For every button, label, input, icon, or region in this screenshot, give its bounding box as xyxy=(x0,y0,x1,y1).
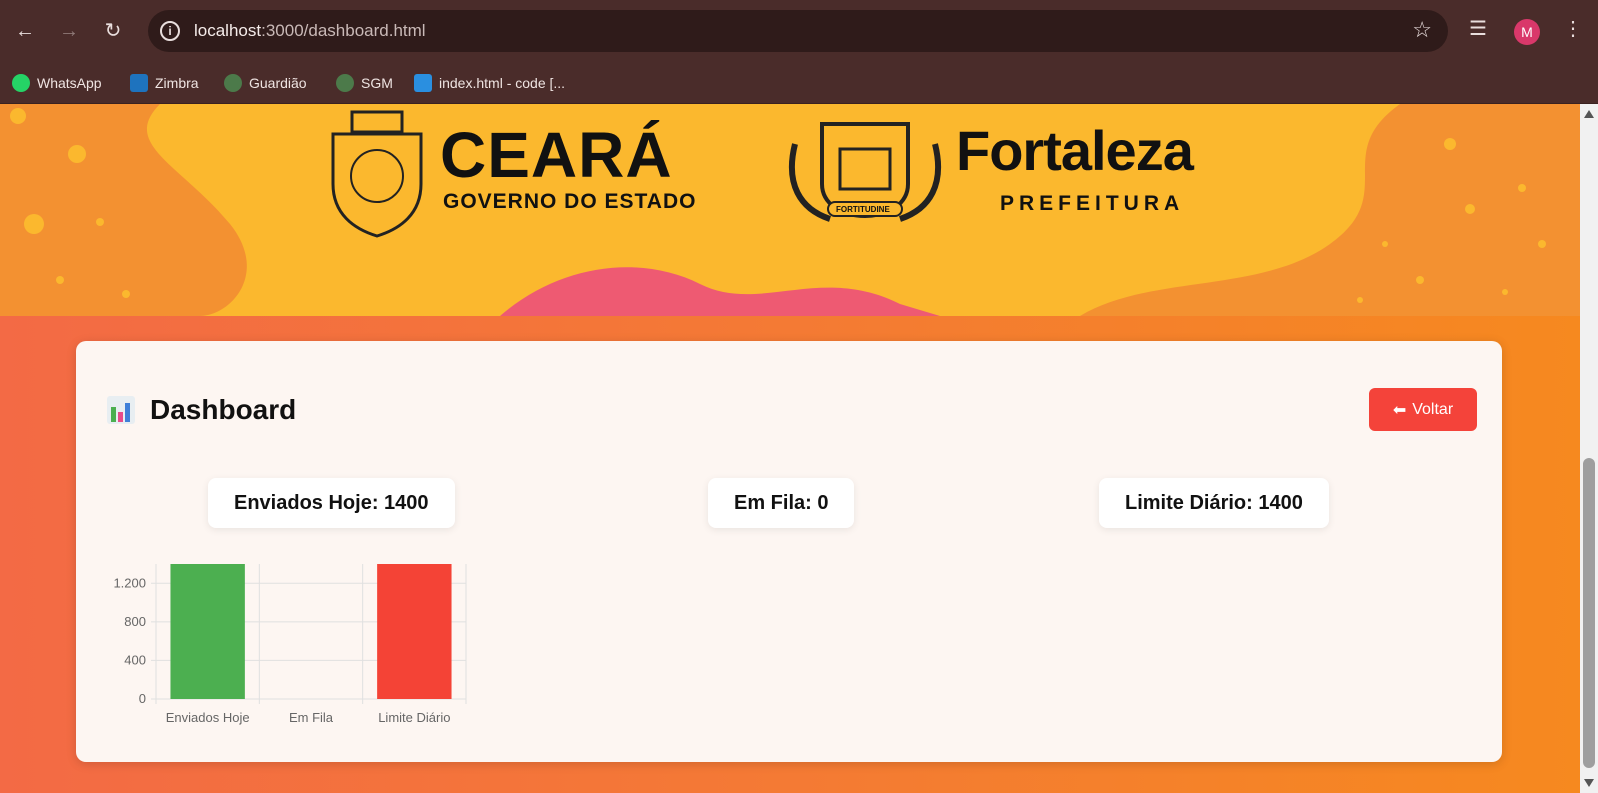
dashboard-card: Dashboard ⬅ Voltar Enviados Hoje: 1400 E… xyxy=(76,341,1502,762)
bookmark-whatsapp[interactable]: WhatsApp xyxy=(12,74,102,92)
back-arrow-icon[interactable]: ← xyxy=(10,16,40,46)
x-tick-label: Limite Diário xyxy=(378,710,450,725)
back-button-label: Voltar xyxy=(1412,400,1454,418)
bookmark-vscode[interactable]: index.html - code [... xyxy=(414,74,565,92)
bookmarks-bar: WhatsApp Zimbra Guardião SGM index.html … xyxy=(0,62,1598,104)
vertical-scrollbar[interactable] xyxy=(1580,104,1598,793)
arrow-left-icon: ⬅ xyxy=(1392,401,1407,419)
url-text[interactable]: localhost:3000/dashboard.html xyxy=(194,21,426,41)
x-tick-label: Em Fila xyxy=(289,710,334,725)
y-tick-label: 800 xyxy=(124,614,146,629)
dashboard-header: Dashboard xyxy=(106,394,296,426)
banner-graphic xyxy=(0,104,1580,316)
x-tick-label: Enviados Hoje xyxy=(166,710,250,725)
menu-kebab-icon[interactable]: ⋮ xyxy=(1563,16,1583,41)
forward-arrow-icon[interactable]: → xyxy=(54,16,84,46)
bar xyxy=(170,564,245,699)
media-playlist-icon[interactable]: ☰ xyxy=(1469,16,1487,41)
stat-sent-today: Enviados Hoje: 1400 xyxy=(208,478,455,528)
header-banner: CEARÁ GOVERNO DO ESTADO FORTITUDINE Fort… xyxy=(0,104,1580,316)
bookmark-sgm[interactable]: SGM xyxy=(336,74,393,92)
site-info-icon[interactable]: i xyxy=(160,21,180,41)
bookmark-zimbra[interactable]: Zimbra xyxy=(130,74,199,92)
scrollbar-thumb[interactable] xyxy=(1583,458,1595,768)
scroll-up-icon[interactable] xyxy=(1584,110,1594,118)
stat-daily-limit: Limite Diário: 1400 xyxy=(1099,478,1329,528)
y-tick-label: 400 xyxy=(124,652,146,667)
reload-icon[interactable]: ↻ xyxy=(98,16,128,46)
sgm-icon xyxy=(336,74,354,92)
zimbra-icon xyxy=(130,74,148,92)
vscode-icon xyxy=(414,74,432,92)
page-viewport: CEARÁ GOVERNO DO ESTADO FORTITUDINE Fort… xyxy=(0,104,1580,793)
ceara-coat-of-arms xyxy=(331,110,423,238)
stat-in-queue: Em Fila: 0 xyxy=(708,478,855,528)
address-bar[interactable]: i localhost:3000/dashboard.html ☆ xyxy=(148,10,1448,52)
fortaleza-title: Fortaleza xyxy=(956,119,1194,182)
y-tick-label: 1.200 xyxy=(113,575,146,590)
ceara-subtitle: GOVERNO DO ESTADO xyxy=(443,190,697,213)
page-title: Dashboard xyxy=(150,394,297,425)
scroll-down-icon[interactable] xyxy=(1584,779,1594,787)
ceara-title: CEARÁ xyxy=(440,119,673,191)
bookmark-star-icon[interactable]: ☆ xyxy=(1412,17,1432,43)
browser-toolbar: ← → ↻ i localhost:3000/dashboard.html ☆ … xyxy=(0,0,1598,62)
bar-chart-icon xyxy=(106,395,136,425)
guardiao-icon xyxy=(224,74,242,92)
bar xyxy=(377,564,452,699)
bookmark-guardiao[interactable]: Guardião xyxy=(224,74,307,92)
bar-chart: 0 400 800 1.200 Enviados Hoje Em Fila Limite D… xyxy=(113,564,467,725)
profile-avatar[interactable]: M xyxy=(1514,19,1540,45)
y-tick-label: 0 xyxy=(139,691,146,706)
fortaleza-subtitle: PREFEITURA xyxy=(1000,192,1185,215)
whatsapp-icon xyxy=(12,74,30,92)
fortaleza-motto: FORTITUDINE xyxy=(836,205,890,214)
back-button[interactable]: ⬅ Voltar xyxy=(1369,388,1477,431)
